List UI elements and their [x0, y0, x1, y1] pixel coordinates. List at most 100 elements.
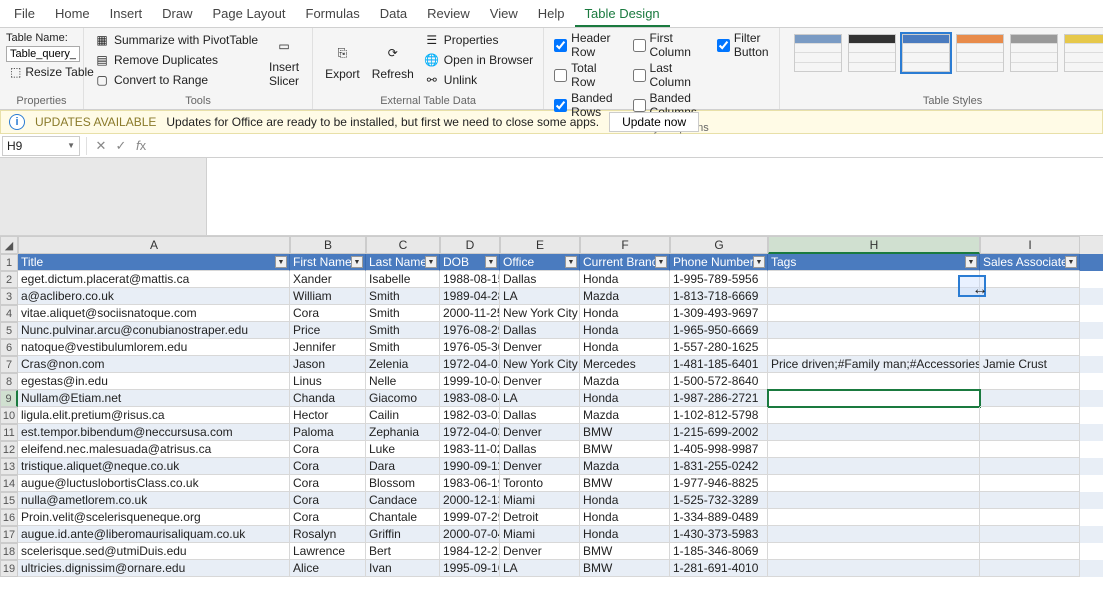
cell-E7[interactable]: New York City [500, 356, 580, 373]
table-style-swatch[interactable] [1010, 34, 1058, 72]
cell-H6[interactable] [768, 339, 980, 356]
cell-I18[interactable] [980, 543, 1080, 560]
cell-C8[interactable]: Nelle [366, 373, 440, 390]
accept-formula-button[interactable]: ✓ [111, 138, 131, 154]
cell-C6[interactable]: Smith [366, 339, 440, 356]
cell-E3[interactable]: LA [500, 288, 580, 305]
cell-B11[interactable]: Paloma [290, 424, 366, 441]
cell-C9[interactable]: Giacomo [366, 390, 440, 407]
export-button[interactable]: ⎘Export [319, 30, 366, 90]
column-header-B[interactable]: B [290, 236, 366, 254]
cell-H7[interactable]: Price driven;#Family man;#Accessories [768, 356, 980, 373]
row-header-16[interactable]: 16 [0, 509, 18, 526]
filter-dropdown-icon[interactable]: ▼ [351, 256, 363, 268]
last-column-checkbox[interactable]: Last Column [629, 60, 701, 90]
cell-H18[interactable] [768, 543, 980, 560]
cell-I8[interactable] [980, 373, 1080, 390]
row-header-12[interactable]: 12 [0, 441, 18, 458]
cell-H17[interactable] [768, 526, 980, 543]
cell-C3[interactable]: Smith [366, 288, 440, 305]
cell-D9[interactable]: 1983-08-04 [440, 390, 500, 407]
cell-I19[interactable] [980, 560, 1080, 577]
column-header-F[interactable]: F [580, 236, 670, 254]
filter-dropdown-icon[interactable]: ▼ [965, 256, 977, 268]
cell-G17[interactable]: 1-430-373-5983 [670, 526, 768, 543]
cell-G16[interactable]: 1-334-889-0489 [670, 509, 768, 526]
cell-F15[interactable]: Honda [580, 492, 670, 509]
cell-B18[interactable]: Lawrence [290, 543, 366, 560]
cell-I14[interactable] [980, 475, 1080, 492]
cell-E10[interactable]: Dallas [500, 407, 580, 424]
ribbon-tab-page-layout[interactable]: Page Layout [203, 0, 296, 27]
cell-B13[interactable]: Cora [290, 458, 366, 475]
cell-H12[interactable] [768, 441, 980, 458]
cell-A6[interactable]: natoque@vestibulumlorem.edu [18, 339, 290, 356]
cell-H2[interactable] [768, 271, 980, 288]
cell-C2[interactable]: Isabelle [366, 271, 440, 288]
cell-B14[interactable]: Cora [290, 475, 366, 492]
cell-D8[interactable]: 1999-10-04 [440, 373, 500, 390]
cell-F4[interactable]: Honda [580, 305, 670, 322]
ribbon-tab-help[interactable]: Help [528, 0, 575, 27]
cell-C4[interactable]: Smith [366, 305, 440, 322]
cell-E17[interactable]: Miami [500, 526, 580, 543]
cell-A18[interactable]: scelerisque.sed@utmiDuis.edu [18, 543, 290, 560]
table-header-cell[interactable]: Current Brand▼ [580, 254, 670, 271]
cell-D17[interactable]: 2000-07-04 [440, 526, 500, 543]
cell-I16[interactable] [980, 509, 1080, 526]
cell-B16[interactable]: Cora [290, 509, 366, 526]
cell-G18[interactable]: 1-185-346-8069 [670, 543, 768, 560]
row-header-7[interactable]: 7 [0, 356, 18, 373]
cell-A3[interactable]: a@aclibero.co.uk [18, 288, 290, 305]
cell-I17[interactable] [980, 526, 1080, 543]
cell-C12[interactable]: Luke [366, 441, 440, 458]
cell-E11[interactable]: Denver [500, 424, 580, 441]
cell-G7[interactable]: 1-481-185-6401 [670, 356, 768, 373]
ribbon-tab-review[interactable]: Review [417, 0, 480, 27]
cell-E14[interactable]: Toronto [500, 475, 580, 492]
remove-duplicates-button[interactable]: ▤Remove Duplicates [90, 50, 262, 70]
cell-F6[interactable]: Honda [580, 339, 670, 356]
cell-A7[interactable]: Cras@non.com [18, 356, 290, 373]
ribbon-tab-view[interactable]: View [480, 0, 528, 27]
convert-range-button[interactable]: ▢Convert to Range [90, 70, 262, 90]
unlink-button[interactable]: ⚯Unlink [420, 70, 537, 90]
cell-E9[interactable]: LA [500, 390, 580, 407]
cell-E6[interactable]: Denver [500, 339, 580, 356]
cell-G11[interactable]: 1-215-699-2002 [670, 424, 768, 441]
cell-H11[interactable] [768, 424, 980, 441]
ribbon-tab-insert[interactable]: Insert [100, 0, 153, 27]
cell-D3[interactable]: 1989-04-28 [440, 288, 500, 305]
fx-button[interactable]: fx [131, 138, 151, 153]
cell-F2[interactable]: Honda [580, 271, 670, 288]
header-row-checkbox[interactable]: Header Row [550, 30, 616, 60]
table-name-input[interactable] [6, 46, 80, 62]
cell-F3[interactable]: Mazda [580, 288, 670, 305]
cell-F12[interactable]: BMW [580, 441, 670, 458]
cell-D2[interactable]: 1988-08-15 [440, 271, 500, 288]
table-style-swatch[interactable] [956, 34, 1004, 72]
cell-A15[interactable]: nulla@ametlorem.co.uk [18, 492, 290, 509]
cell-D11[interactable]: 1972-04-03 [440, 424, 500, 441]
filter-dropdown-icon[interactable]: ▼ [565, 256, 577, 268]
cell-I13[interactable] [980, 458, 1080, 475]
cell-C17[interactable]: Griffin [366, 526, 440, 543]
row-header-5[interactable]: 5 [0, 322, 18, 339]
cell-D5[interactable]: 1976-08-29 [440, 322, 500, 339]
cell-H4[interactable] [768, 305, 980, 322]
column-header-G[interactable]: G [670, 236, 768, 254]
cell-E16[interactable]: Detroit [500, 509, 580, 526]
table-header-cell[interactable]: Title▼ [18, 254, 290, 271]
cell-A10[interactable]: ligula.elit.pretium@risus.ca [18, 407, 290, 424]
cell-B19[interactable]: Alice [290, 560, 366, 577]
filter-dropdown-icon[interactable]: ▼ [425, 256, 437, 268]
cell-A13[interactable]: tristique.aliquet@neque.co.uk [18, 458, 290, 475]
cancel-formula-button[interactable]: ✕ [91, 138, 111, 154]
row-header-6[interactable]: 6 [0, 339, 18, 356]
cell-C15[interactable]: Candace [366, 492, 440, 509]
filter-dropdown-icon[interactable]: ▼ [1065, 256, 1077, 268]
cell-E5[interactable]: Dallas [500, 322, 580, 339]
cell-B15[interactable]: Cora [290, 492, 366, 509]
row-header-17[interactable]: 17 [0, 526, 18, 543]
cell-A2[interactable]: eget.dictum.placerat@mattis.ca [18, 271, 290, 288]
